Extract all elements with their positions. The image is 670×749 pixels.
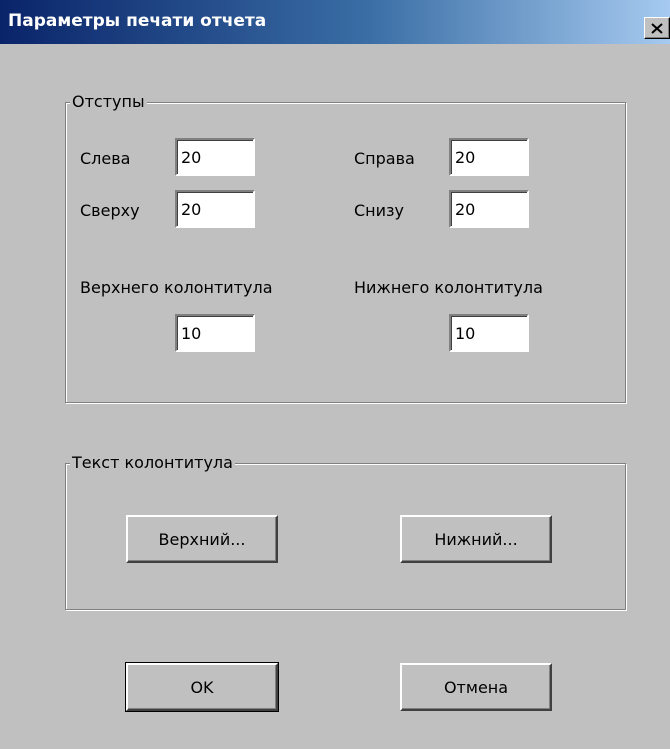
header-text-group-legend: Текст колонтитула: [70, 453, 235, 473]
margins-group: [65, 102, 626, 403]
header-margin-input[interactable]: [175, 314, 255, 352]
title-bar[interactable]: Параметры печати отчета: [0, 0, 670, 44]
close-button[interactable]: [644, 17, 670, 39]
bottom-margin-label: Снизу: [354, 201, 405, 220]
ok-button[interactable]: OK: [125, 662, 279, 712]
footer-margin-label: Нижнего колонтитула: [354, 278, 543, 297]
edit-header-text-button[interactable]: Верхний...: [126, 515, 278, 563]
left-margin-input[interactable]: [175, 138, 255, 176]
top-margin-label: Сверху: [80, 201, 140, 220]
bottom-margin-input[interactable]: [449, 190, 529, 228]
header-margin-label: Верхнего колонтитула: [80, 278, 273, 297]
right-margin-input[interactable]: [449, 138, 529, 176]
top-margin-input[interactable]: [175, 190, 255, 228]
right-margin-label: Справа: [354, 149, 415, 168]
margins-group-legend: Отступы: [70, 92, 147, 112]
cancel-button[interactable]: Отмена: [400, 663, 552, 711]
dialog-title: Параметры печати отчета: [8, 11, 267, 31]
left-margin-label: Слева: [80, 149, 131, 168]
close-icon: [651, 22, 663, 34]
footer-margin-input[interactable]: [449, 314, 529, 352]
print-settings-dialog: Параметры печати отчета Отступы Слева Сп…: [0, 0, 670, 749]
edit-footer-text-button[interactable]: Нижний...: [400, 515, 552, 563]
